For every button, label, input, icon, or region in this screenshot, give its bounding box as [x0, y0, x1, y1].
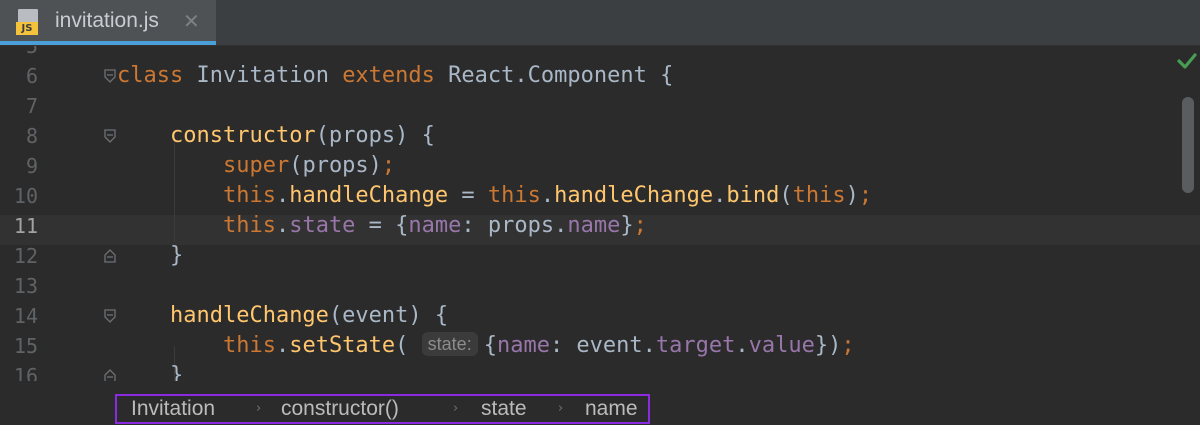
code-token: super [222, 153, 290, 178]
code-token: Invitation [196, 63, 343, 88]
tab-invitation-js[interactable]: JS invitation.js ✕ [0, 0, 216, 45]
code-token: name [567, 213, 621, 238]
javascript-file-icon: JS [16, 9, 42, 35]
code-line[interactable]: class Invitation extends React.Component… [117, 61, 673, 91]
code-token: } [117, 243, 184, 268]
code-token: class [117, 63, 197, 88]
code-token: name [408, 213, 462, 238]
line-number: 5 [25, 46, 38, 58]
parameter-hint: state: [421, 332, 478, 356]
code-token: } [117, 363, 184, 381]
code-token: (props) { [315, 123, 435, 148]
code-token: ; [633, 213, 647, 238]
vertical-scrollbar-thumb[interactable] [1182, 97, 1194, 193]
fold-open-icon[interactable] [102, 308, 118, 324]
line-number: 15 [13, 334, 38, 358]
chevron-right-icon: › [256, 401, 262, 416]
code-editor[interactable]: 5 6 7 8 9 10 11 12 13 14 15 16 class Invitation ext… [0, 46, 1200, 381]
line-number: 10 [13, 184, 38, 208]
code-token: . [713, 183, 727, 208]
code-token: : event. [549, 333, 656, 358]
code-line[interactable]: this.handleChange = this.handleChange.bi… [117, 181, 872, 211]
code-token: target [655, 333, 736, 358]
code-token: (event) { [328, 303, 449, 328]
tab-bar: JS invitation.js ✕ [0, 0, 1200, 46]
code-token: this [487, 183, 541, 208]
code-token: . [540, 183, 555, 208]
code-line[interactable]: } [117, 241, 183, 271]
line-number: 6 [25, 64, 38, 88]
breadcrumb-item[interactable]: name [585, 396, 638, 422]
chevron-right-icon: › [558, 401, 564, 416]
code-token: this [792, 183, 846, 208]
fold-open-icon[interactable] [102, 128, 118, 144]
line-number: 8 [25, 124, 38, 148]
breadcrumb-item[interactable]: state [481, 396, 527, 422]
line-number: 11 [13, 214, 38, 238]
code-token: . [275, 183, 290, 208]
fold-close-icon[interactable] [102, 248, 118, 264]
fold-open-icon[interactable] [102, 68, 118, 84]
code-token: ) [845, 183, 859, 208]
code-token: this [222, 333, 276, 358]
code-token: ; [858, 183, 873, 208]
code-token: . [735, 333, 749, 358]
breadcrumb-item[interactable]: Invitation [131, 396, 215, 422]
code-line[interactable]: constructor(props) { [117, 121, 435, 151]
code-token: ; [841, 333, 855, 358]
check-icon[interactable] [1176, 50, 1198, 72]
code-token: = { [355, 213, 409, 238]
code-token: ( [395, 333, 422, 358]
code-line[interactable]: handleChange(event) { [117, 301, 448, 331]
close-icon[interactable]: ✕ [183, 9, 200, 33]
fold-close-icon[interactable] [102, 368, 118, 381]
code-line[interactable]: this.state = {name: props.name}; [117, 211, 647, 241]
code-token: extends [342, 63, 449, 88]
code-token: state [289, 213, 356, 238]
code-line[interactable]: } [117, 361, 183, 381]
line-number: 14 [13, 304, 38, 328]
line-number-gutter: 5 6 7 8 9 10 11 12 13 14 15 16 [0, 46, 116, 381]
code-token: : props. [461, 213, 568, 238]
code-token: this [222, 213, 276, 238]
code-token: React.Component { [448, 63, 674, 88]
code-token: setState [289, 333, 396, 358]
breadcrumb-item[interactable]: constructor() [281, 396, 399, 422]
line-number: 16 [13, 364, 38, 381]
code-token: . [275, 213, 290, 238]
code-token: name [496, 333, 550, 358]
code-token: this [222, 183, 276, 208]
code-token: handleChange [289, 183, 449, 208]
code-token: . [275, 333, 290, 358]
code-token: bind [726, 183, 780, 208]
code-token: handleChange [169, 303, 329, 328]
line-number: 7 [25, 94, 38, 118]
code-token: }) [814, 333, 842, 358]
code-token: = [448, 183, 488, 208]
line-number: 13 [13, 274, 38, 298]
code-line[interactable]: super(props); [117, 151, 395, 181]
code-token: value [748, 333, 815, 358]
code-token: (props) [289, 153, 382, 178]
code-token: ( [779, 183, 793, 208]
tab-title: invitation.js [55, 9, 159, 32]
code-token: ; [381, 153, 396, 178]
code-token: handleChange [554, 183, 714, 208]
code-line[interactable]: this.setState( state: {name: event.target… [117, 331, 855, 361]
code-token: constructor [169, 123, 316, 148]
chevron-right-icon: › [453, 401, 459, 416]
line-number: 9 [25, 154, 38, 178]
breadcrumb-bar: Invitation › constructor() › state › name [0, 381, 1200, 425]
code-token: { [483, 333, 497, 358]
line-number: 12 [13, 244, 38, 268]
breadcrumb: Invitation › constructor() › state › name [115, 394, 650, 424]
code-token: } [620, 213, 634, 238]
js-badge: JS [16, 22, 38, 35]
